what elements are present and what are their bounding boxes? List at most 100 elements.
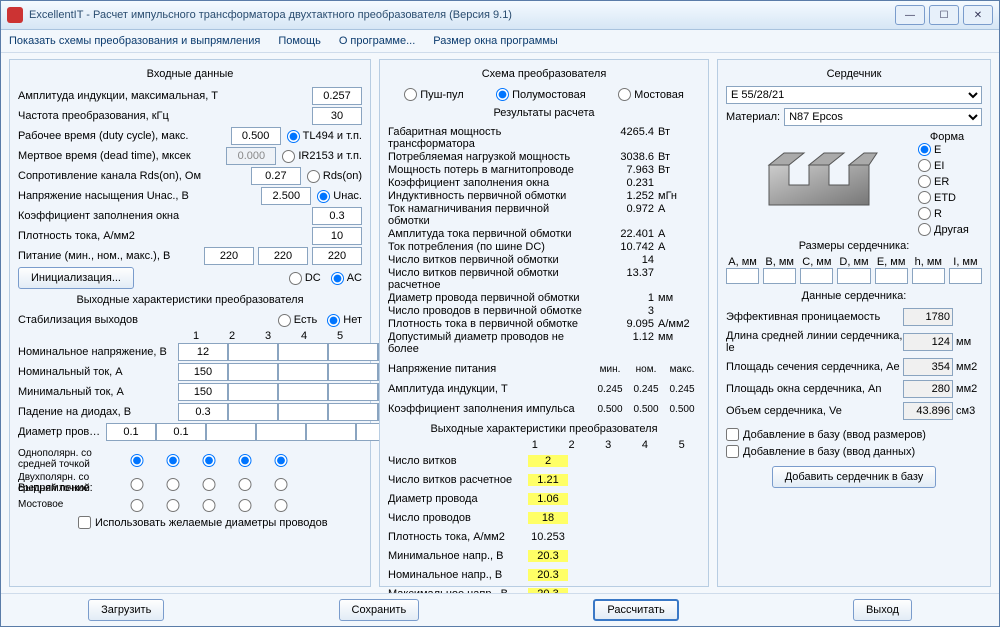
dim-input[interactable] (763, 268, 796, 284)
scheme-halfbridge[interactable] (496, 88, 509, 101)
form-R[interactable]: R (918, 207, 982, 220)
dead-input (226, 147, 276, 165)
perm-input[interactable] (903, 308, 953, 326)
imin-1[interactable] (178, 383, 228, 401)
rds-input[interactable] (251, 167, 301, 185)
stab-yes[interactable] (278, 314, 291, 327)
results-title: Результаты расчета (388, 107, 700, 119)
output-row: Диаметр провода1.06 (388, 490, 700, 508)
load-button[interactable]: Загрузить (88, 599, 164, 621)
duty-radio[interactable] (287, 130, 300, 143)
input-title: Входные данные (18, 68, 362, 80)
dead-label: Мертвое время (dead time), мксек (18, 150, 226, 162)
dim-input[interactable] (875, 268, 908, 284)
rds-radio[interactable] (307, 170, 320, 183)
form-ER[interactable]: ER (918, 175, 982, 188)
ve-input[interactable] (903, 402, 953, 420)
udiod-1[interactable] (178, 403, 228, 421)
result-row: Ток намагничивания первичной обмотки0.97… (388, 203, 700, 227)
supply-label: Питание (мин., ном., макс.), В (18, 250, 204, 262)
ac-radio[interactable] (331, 272, 344, 285)
dim-input[interactable] (949, 268, 982, 284)
kfill-label: Коэффициент заполнения окна (18, 210, 312, 222)
dwire-1[interactable] (156, 423, 206, 441)
dim-input[interactable] (800, 268, 833, 284)
dead-radio[interactable] (282, 150, 295, 163)
result-row: Индуктивность первичной обмотки1.252мГн (388, 190, 700, 202)
rect1-1[interactable] (123, 454, 151, 467)
minimize-button[interactable]: — (895, 5, 925, 25)
freq-input[interactable] (312, 107, 362, 125)
dim-input[interactable] (726, 268, 759, 284)
output-row: Число проводов18 (388, 509, 700, 527)
material-label: Материал: (726, 111, 780, 123)
stab-no[interactable] (327, 314, 340, 327)
footer: Загрузить Сохранить Рассчитать Выход (1, 593, 999, 626)
kfill-input[interactable] (312, 207, 362, 225)
supply-max[interactable] (312, 247, 362, 265)
supply-nom[interactable] (258, 247, 308, 265)
usat-label: Напряжение насыщения Uнас., В (18, 190, 261, 202)
core-panel: Сердечник E 55/28/21 Материал:N87 Epcos … (717, 59, 991, 587)
init-button[interactable]: Инициализация... (18, 267, 134, 289)
content: Входные данные Амплитуда индукции, макси… (1, 53, 999, 593)
output-row: Минимальное напр., В20.3 (388, 547, 700, 565)
output-row: Номинальное напр., В20.3 (388, 566, 700, 584)
result-row: Амплитуда тока первичной обмотки22.401А (388, 228, 700, 240)
result-row: Число витков первичной обмотки расчетное… (388, 267, 700, 291)
maximize-button[interactable]: ☐ (929, 5, 959, 25)
calc-button[interactable]: Рассчитать (593, 599, 678, 621)
result-row: Допустимый диаметр проводов не более1.12… (388, 331, 700, 355)
scheme-bridge[interactable] (618, 88, 631, 101)
jdens-input[interactable] (312, 227, 362, 245)
menu-about[interactable]: О программе... (339, 35, 415, 47)
supply-min[interactable] (204, 247, 254, 265)
core-title: Сердечник (726, 68, 982, 80)
ampl-input[interactable] (312, 87, 362, 105)
scheme-pushpull[interactable] (404, 88, 417, 101)
output-row: Число витков2 (388, 452, 700, 470)
result-row: Потребляемая нагрузкой мощность3038.6Вт (388, 151, 700, 163)
add-core-button[interactable]: Добавить сердечник в базу (772, 466, 937, 488)
use-dia-check[interactable] (78, 516, 91, 529)
out-title: Выходные характеристики преобразователя (18, 294, 362, 306)
scheme-title: Схема преобразователя (388, 68, 700, 80)
form-Другая[interactable]: Другая (918, 223, 982, 236)
dim-input[interactable] (912, 268, 945, 284)
close-button[interactable]: ✕ (963, 5, 993, 25)
freq-label: Частота преобразования, кГц (18, 110, 312, 122)
duty-input[interactable] (231, 127, 281, 145)
inom-1[interactable] (178, 363, 228, 381)
ae-input[interactable] (903, 358, 953, 376)
exit-button[interactable]: Выход (853, 599, 912, 621)
dc-radio[interactable] (289, 272, 302, 285)
results-panel: Схема преобразователя Пуш-пул Полумостов… (379, 59, 709, 587)
result-row: Диаметр провода первичной обмотки1мм (388, 292, 700, 304)
form-E[interactable]: E (918, 143, 982, 156)
dim-input[interactable] (837, 268, 870, 284)
output-row: Максимальное напр., В20.3 (388, 585, 700, 593)
ampl-label: Амплитуда индукции, максимальная, Т (18, 90, 312, 102)
an-input[interactable] (903, 380, 953, 398)
menu-help[interactable]: Помощь (278, 35, 321, 47)
rect-label: Выпрямление: (18, 482, 88, 494)
core-image (759, 135, 879, 225)
le-input[interactable] (903, 333, 953, 351)
usat-radio[interactable] (317, 190, 330, 203)
input-panel: Входные данные Амплитуда индукции, макси… (9, 59, 371, 587)
dwire-0[interactable] (106, 423, 156, 441)
save-button[interactable]: Сохранить (339, 599, 420, 621)
add-data-check[interactable] (726, 445, 739, 458)
usat-input[interactable] (261, 187, 311, 205)
add-dims-check[interactable] (726, 428, 739, 441)
result-row: Плотность тока в первичной обмотке9.095А… (388, 318, 700, 330)
form-ETD[interactable]: ETD (918, 191, 982, 204)
menu-window-size[interactable]: Размер окна программы (433, 35, 558, 47)
form-EI[interactable]: EI (918, 159, 982, 172)
unom-1[interactable] (178, 343, 228, 361)
stab-label: Стабилизация выходов (18, 314, 278, 326)
result-row: Коэффициент заполнения окна0.231 (388, 177, 700, 189)
core-select[interactable]: E 55/28/21 (726, 86, 982, 104)
menu-schemes[interactable]: Показать схемы преобразования и выпрямле… (9, 35, 260, 47)
material-select[interactable]: N87 Epcos (784, 108, 982, 126)
